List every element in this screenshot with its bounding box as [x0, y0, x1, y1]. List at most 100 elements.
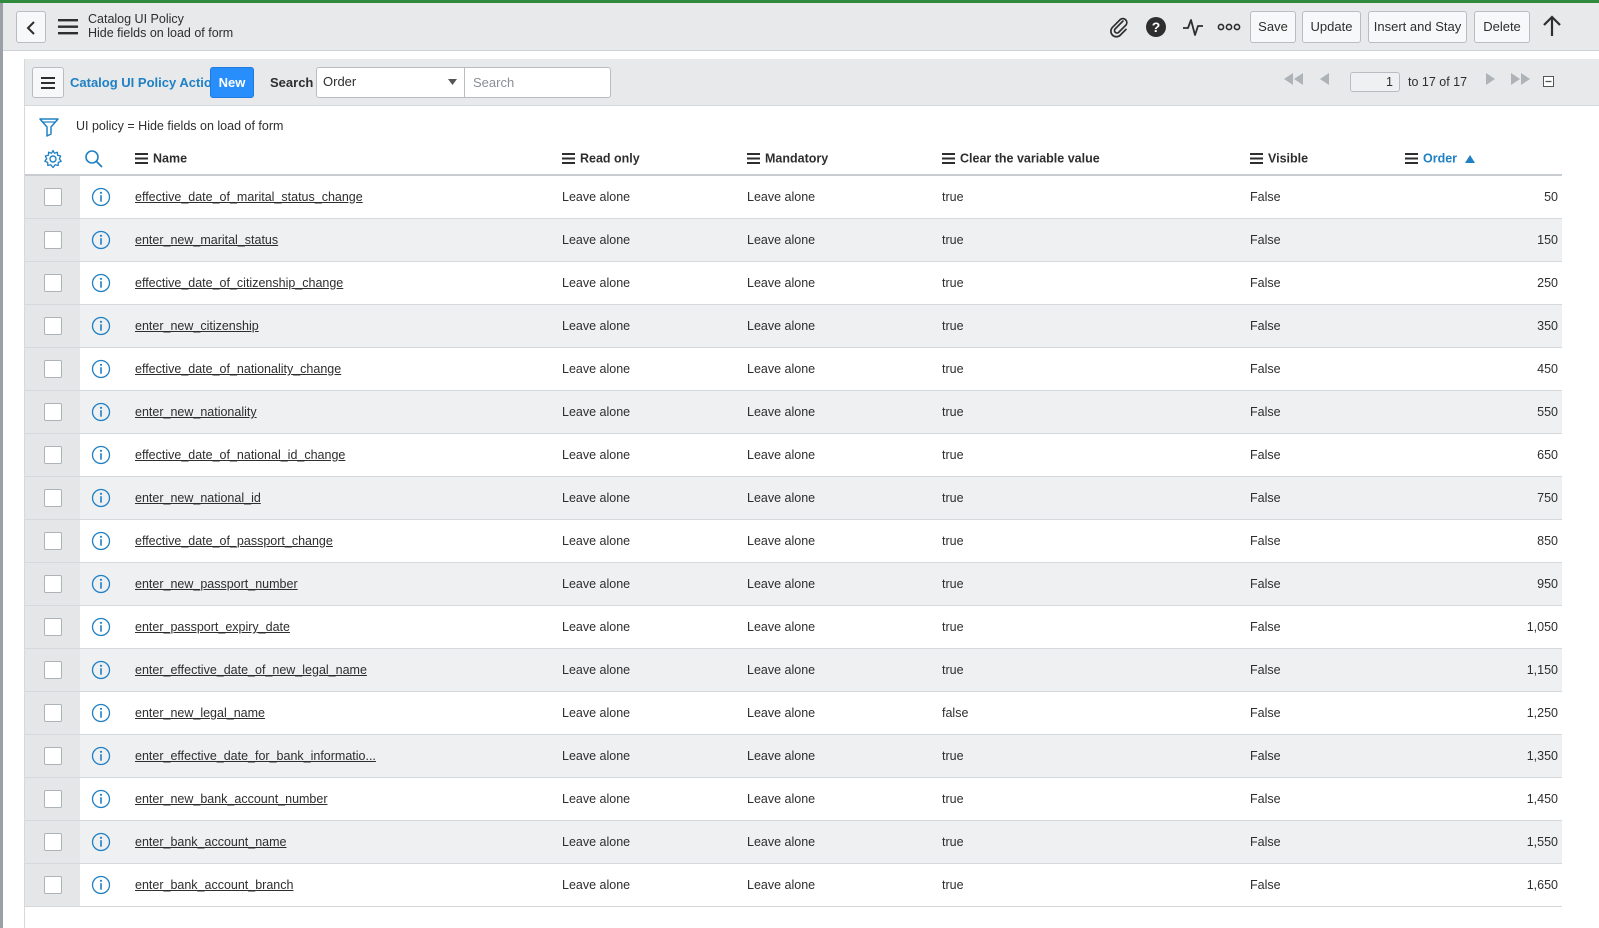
table-row: enter_bank_account_branch Leave alone Leav… [25, 863, 1562, 907]
row-checkbox[interactable] [43, 790, 62, 808]
record-link[interactable]: enter_effective_date_for_bank_informatio… [135, 749, 376, 763]
record-link[interactable]: effective_date_of_passport_change [135, 534, 333, 548]
record-link[interactable]: enter_new_bank_account_number [135, 792, 328, 806]
record-link[interactable]: enter_new_national_id [135, 491, 261, 505]
row-checkbox[interactable] [43, 704, 62, 722]
cell-order: 450 [1405, 347, 1562, 391]
delete-button[interactable]: Delete [1474, 11, 1530, 43]
info-icon[interactable] [91, 832, 111, 852]
record-link[interactable]: effective_date_of_national_id_change [135, 448, 345, 462]
row-select-cell [25, 304, 80, 348]
record-link[interactable]: enter_bank_account_name [135, 835, 287, 849]
more-icon[interactable] [1217, 15, 1241, 39]
row-checkbox[interactable] [43, 231, 62, 249]
next-page-icon[interactable] [1484, 72, 1496, 86]
column-header-name[interactable]: Name [135, 143, 562, 176]
save-button[interactable]: Save [1250, 11, 1296, 43]
new-button[interactable]: New [210, 67, 254, 98]
record-link[interactable]: enter_new_marital_status [135, 233, 278, 247]
info-icon[interactable] [91, 445, 111, 465]
scroll-top-icon[interactable] [1540, 14, 1564, 38]
info-icon[interactable] [91, 789, 111, 809]
row-checkbox[interactable] [43, 317, 62, 335]
menu-icon[interactable] [58, 18, 80, 36]
row-checkbox[interactable] [43, 532, 62, 550]
last-page-icon[interactable] [1509, 72, 1531, 86]
row-select-cell [25, 433, 80, 477]
cell-read-only: Leave alone [562, 433, 747, 477]
row-checkbox[interactable] [43, 360, 62, 378]
info-icon[interactable] [91, 660, 111, 680]
record-link[interactable]: enter_new_citizenship [135, 319, 259, 333]
list-context-menu-button[interactable] [32, 67, 64, 98]
paperclip-icon[interactable] [1107, 15, 1131, 39]
record-link[interactable]: enter_passport_expiry_date [135, 620, 290, 634]
column-menu-icon[interactable] [135, 153, 148, 165]
info-icon[interactable] [91, 488, 111, 508]
column-menu-icon[interactable] [1250, 153, 1263, 165]
row-checkbox[interactable] [43, 446, 62, 464]
personalize-column[interactable] [25, 143, 80, 176]
page-number-input[interactable] [1350, 72, 1400, 92]
collapse-list-icon[interactable] [1543, 76, 1554, 87]
column-header-visible[interactable]: Visible [1250, 143, 1405, 176]
cell-mandatory: Leave alone [747, 519, 942, 563]
info-icon[interactable] [91, 402, 111, 422]
update-button[interactable]: Update [1302, 11, 1361, 43]
first-page-icon[interactable] [1283, 72, 1305, 86]
row-checkbox[interactable] [43, 661, 62, 679]
column-menu-icon[interactable] [942, 153, 955, 165]
record-link[interactable]: enter_new_legal_name [135, 706, 265, 720]
row-checkbox[interactable] [43, 188, 62, 206]
column-header-order[interactable]: Order [1405, 143, 1562, 176]
activity-icon[interactable] [1181, 15, 1205, 39]
filter-breadcrumb[interactable]: UI policy = Hide fields on load of form [76, 119, 283, 133]
sort-ascending-icon[interactable] [1464, 154, 1475, 163]
info-icon[interactable] [91, 531, 111, 551]
record-link[interactable]: enter_bank_account_branch [135, 878, 293, 892]
related-list-title[interactable]: Catalog UI Policy Actions [70, 75, 227, 90]
search-input[interactable] [464, 67, 611, 98]
column-header-clear-value[interactable]: Clear the variable value [942, 143, 1250, 176]
info-icon[interactable] [91, 574, 111, 594]
info-icon[interactable] [91, 273, 111, 293]
row-checkbox[interactable] [43, 274, 62, 292]
column-header-mandatory[interactable]: Mandatory [747, 143, 942, 176]
form-title: Catalog UI Policy [88, 12, 184, 26]
record-link[interactable]: enter_new_passport_number [135, 577, 298, 591]
search-field-select[interactable]: Order [316, 67, 465, 98]
record-link[interactable]: enter_new_nationality [135, 405, 257, 419]
record-link[interactable]: effective_date_of_marital_status_change [135, 190, 363, 204]
filter-icon[interactable] [38, 116, 60, 138]
row-checkbox[interactable] [43, 575, 62, 593]
info-icon[interactable] [91, 187, 111, 207]
record-link[interactable]: effective_date_of_citizenship_change [135, 276, 343, 290]
row-checkbox[interactable] [43, 747, 62, 765]
info-icon[interactable] [91, 359, 111, 379]
column-header-read-only[interactable]: Read only [562, 143, 747, 176]
column-menu-icon[interactable] [1405, 153, 1418, 165]
cell-visible: False [1250, 648, 1405, 692]
info-icon[interactable] [91, 617, 111, 637]
record-link[interactable]: effective_date_of_nationality_change [135, 362, 341, 376]
previous-page-icon[interactable] [1319, 72, 1331, 86]
help-icon[interactable]: ? [1144, 15, 1168, 39]
column-menu-icon[interactable] [562, 153, 575, 165]
row-checkbox[interactable] [43, 618, 62, 636]
row-checkbox[interactable] [43, 876, 62, 894]
row-checkbox[interactable] [43, 489, 62, 507]
insert-and-stay-button[interactable]: Insert and Stay [1368, 11, 1467, 43]
info-icon[interactable] [91, 746, 111, 766]
info-icon[interactable] [91, 316, 111, 336]
info-icon[interactable] [91, 230, 111, 250]
back-button[interactable] [16, 11, 46, 43]
record-link[interactable]: enter_effective_date_of_new_legal_name [135, 663, 367, 677]
gear-icon[interactable] [43, 149, 63, 169]
search-icon[interactable] [84, 149, 104, 169]
info-icon[interactable] [91, 875, 111, 895]
info-icon[interactable] [91, 703, 111, 723]
row-checkbox[interactable] [43, 833, 62, 851]
search-column[interactable] [80, 143, 135, 176]
row-checkbox[interactable] [43, 403, 62, 421]
column-menu-icon[interactable] [747, 153, 760, 165]
